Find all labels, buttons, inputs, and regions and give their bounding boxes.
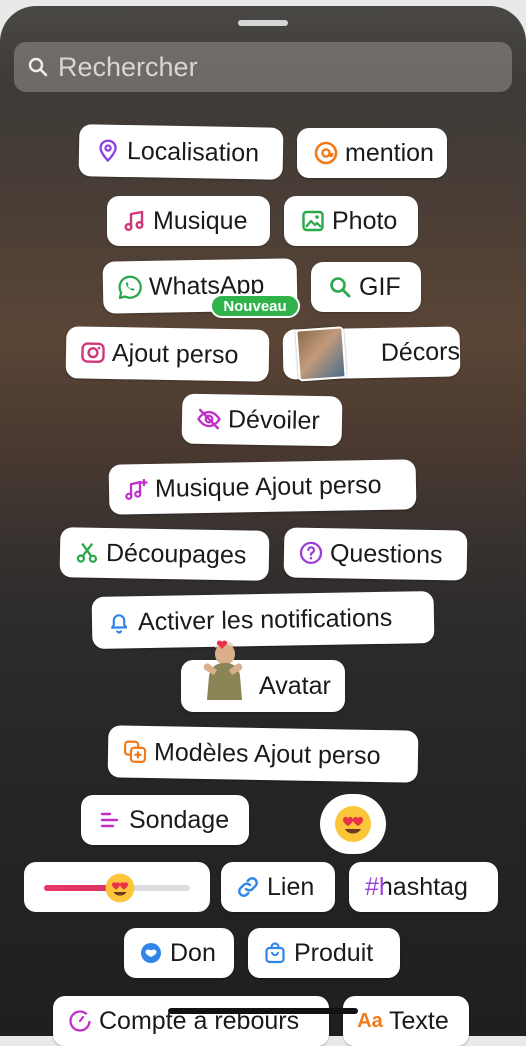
template-plus-icon [122, 739, 148, 765]
sticker-texte[interactable]: Aa Texte [343, 996, 469, 1046]
music-note-icon [121, 208, 147, 234]
sticker-ajout-perso[interactable]: Ajout perso [66, 326, 270, 382]
scissors-icon [74, 539, 100, 565]
text-aa-icon: Aa [357, 1008, 383, 1034]
sticker-decors[interactable]: Décors [283, 326, 461, 379]
sticker-activer-notifications[interactable]: Activer les notifications [92, 591, 435, 649]
home-indicator [168, 1008, 358, 1014]
sticker-avatar[interactable]: Avatar [181, 660, 345, 712]
sticker-localisation[interactable]: Localisation [79, 124, 284, 180]
sticker-questions[interactable]: Questions [284, 527, 468, 580]
sticker-label: Lien [267, 873, 314, 902]
sticker-label: Don [170, 939, 216, 968]
sticker-hashtag[interactable]: #hashtag [349, 862, 498, 912]
sticker-label: Texte [389, 1007, 449, 1036]
sticker-label: #hashtag [365, 873, 468, 902]
sticker-compte-a-rebours[interactable]: Compte à rebours [53, 996, 329, 1046]
sticker-lien[interactable]: Lien [221, 862, 335, 912]
search-bar[interactable]: Rechercher [14, 42, 512, 92]
camera-icon [80, 339, 106, 365]
sticker-photo[interactable]: Photo [284, 196, 418, 246]
sticker-devoiler[interactable]: Dévoiler [182, 394, 343, 447]
sticker-label: Sondage [129, 806, 229, 835]
sticker-decoupages[interactable]: Découpages [60, 527, 270, 581]
search-placeholder: Rechercher [58, 52, 198, 83]
sticker-label: Modèles Ajout perso [154, 738, 381, 771]
sticker-label: Découpages [106, 538, 247, 569]
sticker-mention[interactable]: mention [297, 128, 447, 178]
heart-eyes-emoji-icon [333, 804, 373, 844]
sticker-musique-ajout-perso[interactable]: Musique Ajout perso [109, 459, 417, 514]
countdown-icon [67, 1008, 93, 1034]
sticker-gif[interactable]: GIF [311, 262, 421, 312]
link-icon [235, 874, 261, 900]
donation-icon [138, 940, 164, 966]
shopping-bag-icon [262, 940, 288, 966]
search-icon [28, 57, 48, 77]
sticker-sondage[interactable]: Sondage [81, 795, 249, 845]
poll-icon [97, 807, 123, 833]
slider-knob[interactable] [104, 872, 136, 904]
whatsapp-icon [117, 274, 143, 300]
sticker-produit[interactable]: Produit [248, 928, 400, 978]
sticker-label: Activer les notifications [138, 603, 393, 636]
avatar-figure [195, 652, 249, 720]
sticker-label: Décors [381, 337, 461, 367]
heart-eyes-emoji-icon [104, 872, 136, 904]
sticker-label: GIF [359, 273, 401, 302]
at-sign-icon [313, 140, 339, 166]
sticker-musique[interactable]: Musique [107, 196, 270, 246]
drag-handle[interactable] [238, 20, 288, 26]
sticker-label: Ajout perso [112, 339, 239, 370]
sticker-label: Photo [332, 207, 397, 236]
sticker-don[interactable]: Don [124, 928, 234, 978]
emoji-reaction-sticker[interactable] [320, 794, 386, 854]
eye-slash-icon [196, 406, 222, 432]
sticker-label: Localisation [127, 137, 260, 168]
sticker-label: Musique Ajout perso [155, 470, 382, 503]
sticker-label: Dévoiler [228, 405, 320, 436]
music-plus-icon [123, 476, 149, 502]
sticker-modeles-ajout-perso[interactable]: Modèles Ajout perso [108, 725, 419, 782]
photo-icon [300, 208, 326, 234]
sticker-label: Questions [330, 539, 443, 570]
emoji-slider-sticker[interactable] [24, 862, 210, 912]
sticker-label: Musique [153, 207, 248, 236]
question-icon [298, 540, 324, 566]
bell-icon [106, 609, 132, 635]
gif-search-icon [327, 274, 353, 300]
sticker-label: Produit [294, 939, 373, 968]
decor-photo-thumbnail [295, 326, 346, 381]
location-pin-icon [95, 138, 121, 164]
new-badge: Nouveau [210, 294, 300, 318]
sticker-label: mention [345, 139, 434, 168]
sticker-label: Avatar [259, 672, 331, 701]
